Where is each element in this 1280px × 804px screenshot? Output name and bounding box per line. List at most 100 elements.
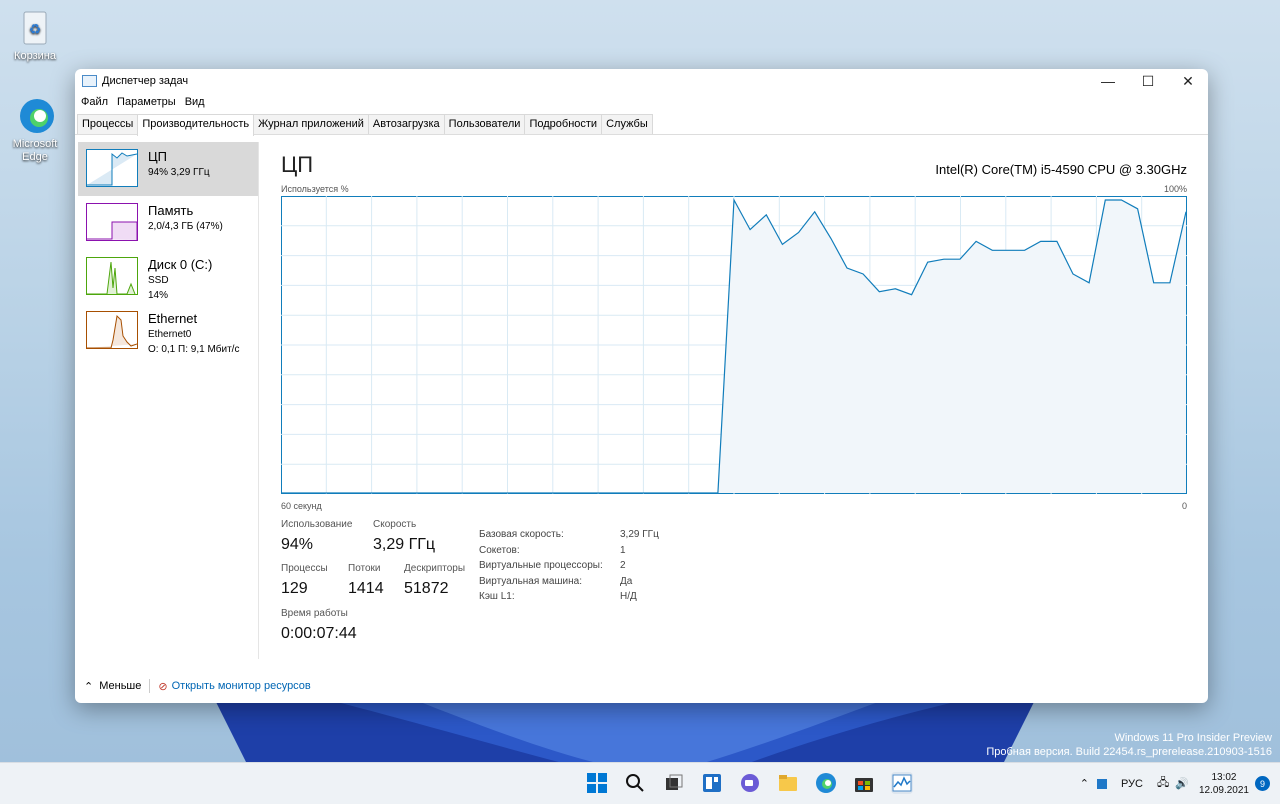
resource-cpu[interactable]: ЦП 94% 3,29 ГГц <box>78 142 258 196</box>
menu-options[interactable]: Параметры <box>117 96 176 108</box>
utilization-label: Использование <box>281 519 353 530</box>
close-button[interactable]: ✕ <box>1168 69 1208 93</box>
detail-value: 1 <box>620 544 626 556</box>
graph-min-label: 0 <box>1181 501 1187 511</box>
watermark: Windows 11 Pro Insider Preview Пробная в… <box>986 731 1272 759</box>
resource-list: ЦП 94% 3,29 ГГц Память 2,0/4,3 ГБ (47%) … <box>78 142 259 659</box>
desktop-recycle-bin[interactable]: ♻ Корзина <box>0 8 70 62</box>
tab-processes[interactable]: Процессы <box>77 114 139 134</box>
task-manager-window: Диспетчер задач — ☐ ✕ Файл Параметры Вид… <box>75 69 1208 703</box>
handles-label: Дескрипторы <box>404 563 466 574</box>
clock-date: 12.09.2021 <box>1198 784 1249 796</box>
resource-memory[interactable]: Память 2,0/4,3 ГБ (47%) <box>78 196 258 250</box>
store-icon[interactable] <box>853 772 875 794</box>
speed-label: Скорость <box>373 519 417 530</box>
task-manager-icon <box>82 75 97 87</box>
resource-monitor-icon: ⊘ <box>158 680 168 693</box>
graph-max-label: 100% <box>1163 184 1187 194</box>
taskbar: ⌃ РУС 🖧 🔊 13:02 12.09.2021 9 <box>0 762 1280 804</box>
detail-key: Базовая скорость: <box>479 529 564 540</box>
task-manager-taskbar-icon[interactable] <box>891 772 913 794</box>
clock-time: 13:02 <box>1211 771 1237 783</box>
show-hidden-icons-icon[interactable]: ⌃ <box>1080 777 1089 790</box>
search-icon[interactable] <box>624 772 646 794</box>
task-view-icon[interactable] <box>663 772 685 794</box>
divider <box>149 679 151 693</box>
file-explorer-icon[interactable] <box>777 772 799 794</box>
resource-name: Диск 0 (C:) <box>148 257 213 272</box>
edge-icon <box>15 96 55 136</box>
footer: ⌃ Меньше ⊘ Открыть монитор ресурсов <box>84 679 311 693</box>
detail-key: Виртуальная машина: <box>479 575 582 587</box>
open-resource-monitor-link[interactable]: Открыть монитор ресурсов <box>172 680 311 692</box>
tab-bar: Процессы Производительность Журнал прило… <box>75 114 1208 136</box>
processes-value: 129 <box>281 580 308 597</box>
clock[interactable]: 13:02 12.09.2021 <box>1199 771 1249 797</box>
graph-time-label: 60 секунд <box>281 501 322 511</box>
cpu-model: Intel(R) Core(TM) i5-4590 CPU @ 3.30GHz <box>935 162 1187 177</box>
uptime-label: Время работы <box>281 608 348 619</box>
ethernet-thumbnail <box>86 311 138 349</box>
resource-detail: 2,0/4,3 ГБ (47%) <box>148 221 223 232</box>
watermark-line1: Windows 11 Pro Insider Preview <box>1114 732 1272 744</box>
start-icon[interactable] <box>586 772 608 794</box>
resource-name: Ethernet <box>148 311 198 326</box>
resource-detail: SSD <box>148 275 169 286</box>
processes-label: Процессы <box>281 563 328 574</box>
tray-app-icon[interactable] <box>1096 778 1107 789</box>
system-tray: ⌃ РУС 🖧 🔊 13:02 12.09.2021 9 <box>1080 763 1280 804</box>
chevron-up-icon[interactable]: ⌃ <box>84 680 93 693</box>
detail-value: Н/Д <box>620 591 637 603</box>
tab-app-history[interactable]: Журнал приложений <box>253 114 369 134</box>
resource-ethernet[interactable]: Ethernet Ethernet0 О: 0,1 П: 9,1 Мбит/с <box>78 304 258 358</box>
menu-view[interactable]: Вид <box>185 96 205 108</box>
language-indicator[interactable]: РУС <box>1121 778 1143 790</box>
handles-value: 51872 <box>404 580 449 597</box>
resource-detail-2: О: 0,1 П: 9,1 Мбит/с <box>148 344 240 355</box>
volume-icon[interactable]: 🔊 <box>1175 777 1189 790</box>
minimize-button[interactable]: — <box>1088 69 1128 93</box>
cpu-details: Базовая скорость: 3,29 ГГц Сокетов: 1 Вирт… <box>479 529 659 607</box>
detail-key: Кэш L1: <box>479 591 515 603</box>
cpu-panel: ЦП Intel(R) Core(TM) i5-4590 CPU @ 3.30G… <box>281 152 1187 653</box>
window-title: Диспетчер задач <box>102 75 189 87</box>
watermark-line2: Пробная версия. Build 22454.rs_prereleas… <box>986 746 1272 758</box>
resource-detail-2: 14% <box>148 290 169 301</box>
resource-disk[interactable]: Диск 0 (C:) SSD 14% <box>78 250 258 304</box>
widgets-icon[interactable] <box>701 772 723 794</box>
chat-icon[interactable] <box>739 772 761 794</box>
detail-row: Базовая скорость: 3,29 ГГц <box>479 529 659 545</box>
detail-row: Сокетов: 1 <box>479 545 659 561</box>
title-bar[interactable]: Диспетчер задач — ☐ ✕ <box>75 69 1208 93</box>
resource-detail: Ethernet0 <box>148 329 192 340</box>
utilization-value: 94% <box>281 536 314 553</box>
detail-key: Виртуальные процессоры: <box>479 560 603 572</box>
svg-text:♻: ♻ <box>29 21 42 37</box>
menu-bar: Файл Параметры Вид <box>75 93 1208 111</box>
tab-performance[interactable]: Производительность <box>137 114 255 136</box>
menu-file[interactable]: Файл <box>81 96 108 108</box>
detail-value: 3,29 ГГц <box>620 529 659 540</box>
detail-key: Сокетов: <box>479 544 520 556</box>
detail-value: Да <box>620 575 633 587</box>
tab-services[interactable]: Службы <box>601 114 653 134</box>
disk-thumbnail <box>86 257 138 295</box>
uptime-value: 0:00:07:44 <box>281 625 357 642</box>
tab-startup[interactable]: Автозагрузка <box>367 114 445 134</box>
resource-detail: 94% 3,29 ГГц <box>148 167 210 178</box>
detail-row: Виртуальные процессоры: 2 <box>479 560 659 576</box>
tab-users[interactable]: Пользователи <box>443 114 526 134</box>
graph-label: Используется % <box>281 184 349 194</box>
fewer-details-button[interactable]: Меньше <box>99 680 141 692</box>
maximize-button[interactable]: ☐ <box>1128 69 1168 93</box>
recycle-bin-icon: ♻ <box>15 8 55 48</box>
tab-details[interactable]: Подробности <box>524 114 603 134</box>
detail-row: Виртуальная машина: Да <box>479 576 659 592</box>
desktop-edge[interactable]: Microsoft Edge <box>0 96 70 164</box>
edge-taskbar-icon[interactable] <box>815 772 837 794</box>
threads-label: Потоки <box>348 563 381 574</box>
resource-name: ЦП <box>148 149 167 164</box>
notification-badge[interactable]: 9 <box>1255 776 1270 791</box>
network-icon[interactable]: 🖧 <box>1157 774 1169 793</box>
detail-row: Кэш L1: Н/Д <box>479 591 659 607</box>
